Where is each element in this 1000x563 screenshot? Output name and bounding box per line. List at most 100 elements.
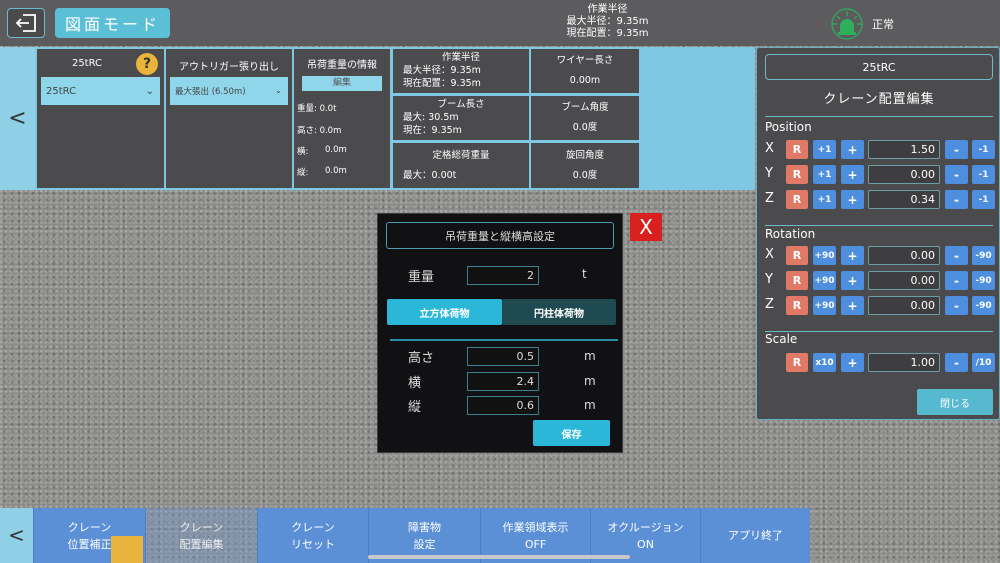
drawing-mode-button[interactable]: 図面モード: [55, 8, 170, 38]
increment-button[interactable]: +1: [813, 140, 836, 159]
plus-button[interactable]: +: [841, 165, 864, 184]
decrement-button[interactable]: -1: [972, 190, 995, 209]
boom-length-max: 最大: 30.5m: [403, 112, 459, 123]
collapse-bottom-bar-button[interactable]: <: [0, 508, 33, 563]
increment-button[interactable]: +1: [813, 165, 836, 184]
tab-cylinder-load[interactable]: 円柱体荷物: [502, 299, 616, 325]
increment-button[interactable]: +1: [813, 190, 836, 209]
plus-button[interactable]: +: [841, 140, 864, 159]
axis-label: Z: [765, 191, 774, 206]
value-input[interactable]: 0.34: [868, 190, 940, 209]
wire-value: 0.00m: [569, 75, 601, 86]
decrement-button[interactable]: -90: [972, 246, 995, 265]
weight-input[interactable]: 2: [467, 266, 539, 285]
wire-length-cell: ワイヤー長さ 0.00m: [531, 49, 639, 93]
value-input[interactable]: 0.00: [868, 246, 940, 265]
axis-label: Y: [765, 272, 773, 287]
scale-plus-button[interactable]: +: [841, 353, 864, 372]
tab-cube-load[interactable]: 立方体荷物: [387, 299, 502, 325]
collapse-top-panel-button[interactable]: <: [0, 47, 35, 190]
crane-dropdown[interactable]: 25tRC ⌄: [41, 77, 160, 105]
scale-input[interactable]: 1.00: [868, 353, 940, 372]
minus-button[interactable]: -: [945, 165, 968, 184]
button-line1: クレーン: [179, 520, 224, 534]
edit-load-button[interactable]: 編集: [302, 76, 382, 91]
plus-button[interactable]: +: [841, 271, 864, 290]
scale-reset-button[interactable]: R: [786, 353, 808, 372]
axis-label: Z: [765, 297, 774, 312]
minus-button[interactable]: -: [945, 190, 968, 209]
load-depth-label: 縦:: [297, 168, 309, 178]
reset-button[interactable]: R: [786, 165, 808, 184]
minus-button[interactable]: -: [945, 140, 968, 159]
save-button[interactable]: 保存: [533, 420, 610, 446]
increment-button[interactable]: +90: [813, 271, 836, 290]
scale-div10-button[interactable]: /10: [972, 353, 995, 372]
depth-input[interactable]: 0.6: [467, 396, 539, 415]
decrement-button[interactable]: -1: [972, 140, 995, 159]
minus-button[interactable]: -: [945, 246, 968, 265]
boom-angle-value: 0.0度: [572, 122, 598, 133]
scrollbar[interactable]: [368, 555, 630, 559]
radius-current: 現在配置：9.35m: [566, 28, 649, 39]
crane-dropdown-value: 25tRC: [46, 85, 77, 97]
decrement-button[interactable]: -1: [972, 165, 995, 184]
value-input[interactable]: 0.00: [868, 271, 940, 290]
increment-button[interactable]: +90: [813, 296, 836, 315]
load-settings-dialog: 吊荷重量と縦横高設定 重量 2 t 立方体荷物 円柱体荷物 高さ 0.5 m 横…: [377, 213, 623, 453]
swing-angle-title: 旋回角度: [565, 150, 604, 161]
height-unit: m: [584, 349, 596, 363]
button-line1: 障害物: [408, 520, 441, 534]
load-height: 高さ: 0.0m: [297, 126, 342, 136]
boom-length-title: ブーム長さ: [437, 99, 485, 110]
rotation-row-y: Y R +90 + 0.00 - -90: [765, 271, 995, 291]
outrigger-dropdown-value: 最大張出 (6.50m): [175, 87, 246, 97]
swing-angle-value: 0.0度: [572, 170, 598, 181]
boom-angle-cell: ブーム角度 0.0度: [531, 96, 639, 140]
rated-load-max: 最大：0.00t: [403, 170, 457, 181]
bottom-button-0[interactable]: クレーン 位置補正: [33, 508, 145, 563]
value-input[interactable]: 0.00: [868, 296, 940, 315]
decrement-button[interactable]: -90: [972, 271, 995, 290]
button-line1: オクルージョン: [607, 520, 684, 534]
plus-button[interactable]: +: [841, 246, 864, 265]
reset-button[interactable]: R: [786, 246, 808, 265]
increment-button[interactable]: +90: [813, 246, 836, 265]
reset-button[interactable]: R: [786, 190, 808, 209]
reset-button[interactable]: R: [786, 140, 808, 159]
reset-button[interactable]: R: [786, 296, 808, 315]
scale-x10-button[interactable]: x10: [813, 353, 836, 372]
bottom-button-2[interactable]: クレーン リセット: [257, 508, 368, 563]
wire-title: ワイヤー長さ: [556, 55, 614, 66]
rated-load-title: 定格総荷重量: [432, 150, 490, 161]
close-editor-button[interactable]: 閉じる: [917, 389, 993, 415]
exit-icon: [15, 14, 36, 32]
plus-button[interactable]: +: [841, 296, 864, 315]
button-line2: 配置編集: [179, 537, 224, 551]
minus-button[interactable]: -: [945, 271, 968, 290]
bottom-button-1[interactable]: クレーン 配置編集: [145, 508, 257, 563]
radius-cell: 作業半径 最大半径：9.35m 現在配置：9.35m: [393, 49, 529, 93]
decrement-button[interactable]: -90: [972, 296, 995, 315]
crane-title: 25tRC: [71, 58, 103, 69]
exit-button[interactable]: [7, 8, 45, 38]
divider: [765, 331, 993, 332]
height-input[interactable]: 0.5: [467, 347, 539, 366]
header-radius-info: 作業半径 最大半径：9.35m 現在配置：9.35m: [530, 4, 685, 40]
divider: [390, 339, 618, 341]
reset-button[interactable]: R: [786, 271, 808, 290]
value-input[interactable]: 1.50: [868, 140, 940, 159]
minus-button[interactable]: -: [945, 296, 968, 315]
close-dialog-button[interactable]: X: [630, 213, 662, 241]
button-line1: アプリ終了: [728, 529, 783, 542]
outrigger-dropdown[interactable]: 最大張出 (6.50m) ⌄: [170, 77, 288, 105]
width-input[interactable]: 2.4: [467, 372, 539, 391]
bottom-button-6[interactable]: アプリ終了: [700, 508, 810, 563]
value-input[interactable]: 0.00: [868, 165, 940, 184]
plus-button[interactable]: +: [841, 190, 864, 209]
axis-label: X: [765, 141, 774, 156]
load-width-value: 0.0m: [325, 145, 347, 155]
help-button[interactable]: ?: [136, 53, 158, 75]
swing-angle-cell: 旋回角度 0.0度: [531, 143, 639, 188]
scale-minus-button[interactable]: -: [945, 353, 968, 372]
